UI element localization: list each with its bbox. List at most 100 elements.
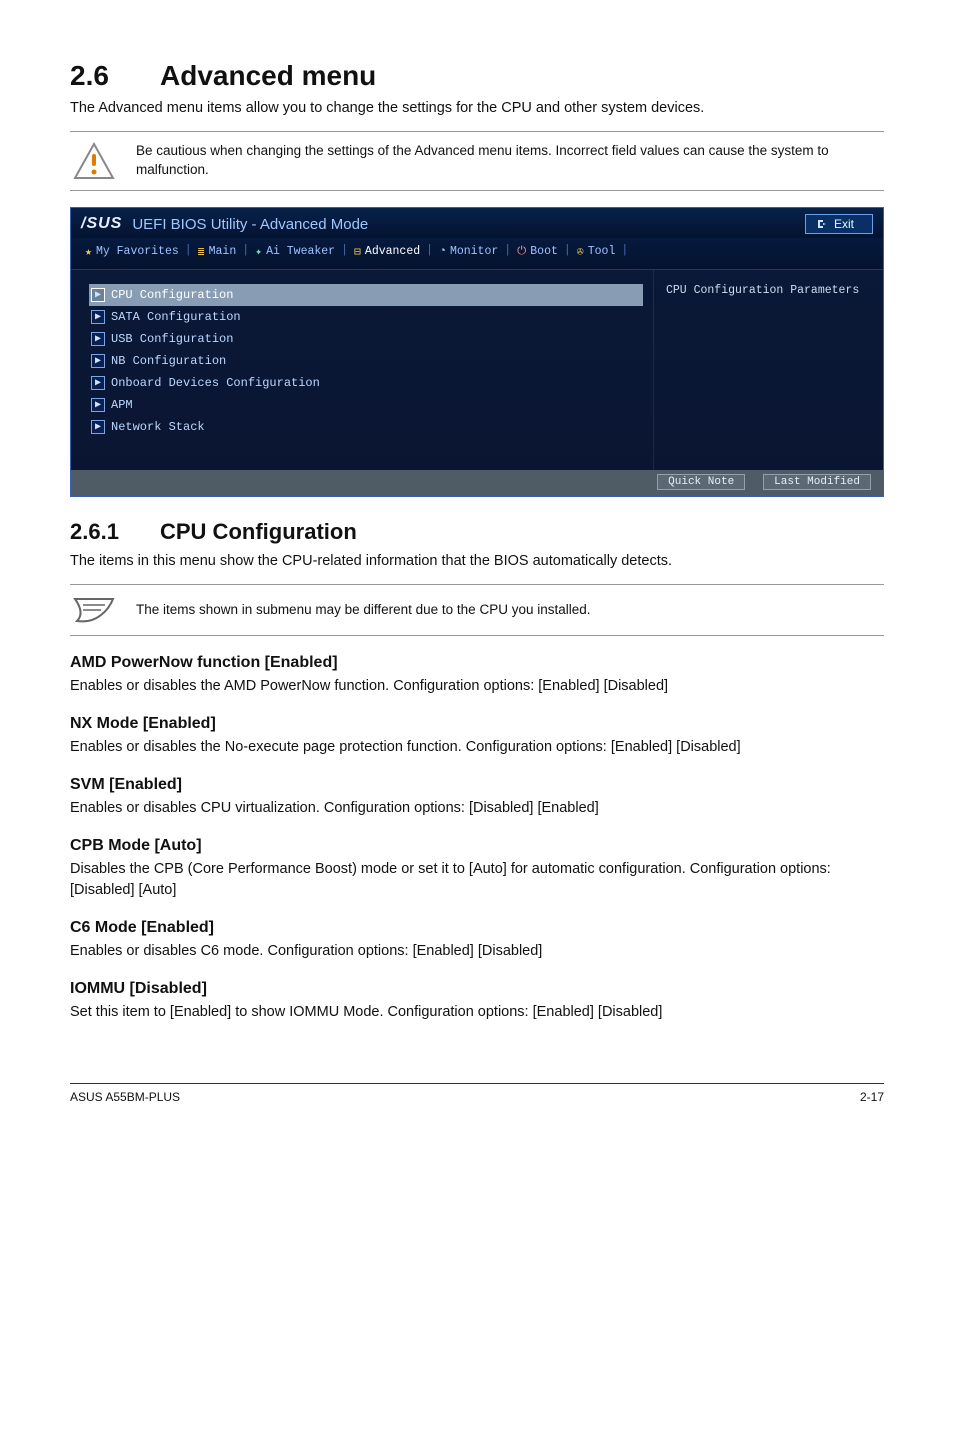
setting-block: NX Mode [Enabled] Enables or disables th… xyxy=(70,715,884,758)
boot-icon: ⏻ xyxy=(517,245,526,258)
setting-body: Enables or disables C6 mode. Configurati… xyxy=(70,941,884,962)
bios-item-cpu[interactable]: ▶ CPU Configuration xyxy=(89,284,643,306)
info-note-text: The items shown in submenu may be differ… xyxy=(136,601,591,620)
setting-heading: AMD PowerNow function [Enabled] xyxy=(70,654,884,672)
exit-label: Exit xyxy=(834,217,854,231)
tab-favorites[interactable]: ★ My Favorites xyxy=(85,244,179,259)
tab-divider: | xyxy=(185,244,192,259)
section-heading: 2.6Advanced menu xyxy=(70,60,884,92)
tab-tweaker-label: Ai Tweaker xyxy=(266,245,335,258)
subsection-number: 2.6.1 xyxy=(70,519,160,545)
caution-icon xyxy=(70,142,118,180)
setting-block: AMD PowerNow function [Enabled] Enables … xyxy=(70,654,884,697)
bios-tabs: ★ My Favorites | ≣ Main | ✦ Ai Tweaker | ⊟ A… xyxy=(71,238,883,270)
bios-help-pane: CPU Configuration Parameters xyxy=(653,270,883,470)
setting-body: Set this item to [Enabled] to show IOMMU… xyxy=(70,1002,884,1023)
setting-heading: SVM [Enabled] xyxy=(70,776,884,794)
tab-divider: | xyxy=(621,244,628,259)
tab-tweaker[interactable]: ✦ Ai Tweaker xyxy=(255,244,335,259)
caution-text: Be cautious when changing the settings o… xyxy=(136,142,884,180)
bios-title-left: /SUS UEFI BIOS Utility - Advanced Mode xyxy=(81,215,368,233)
info-note: The items shown in submenu may be differ… xyxy=(70,584,884,636)
bios-item-label: USB Configuration xyxy=(111,332,233,346)
bios-item-label: NB Configuration xyxy=(111,354,226,368)
bios-body: ▶ CPU Configuration ▶ SATA Configuration ▶… xyxy=(71,270,883,470)
bios-item-onboard[interactable]: ▶ Onboard Devices Configuration xyxy=(89,372,643,394)
star-icon: ★ xyxy=(85,244,92,259)
tab-tool[interactable]: ✇ Tool xyxy=(577,244,616,259)
chevron-right-icon: ▶ xyxy=(91,310,105,324)
bios-help-text: CPU Configuration Parameters xyxy=(666,284,859,297)
note-icon xyxy=(70,595,118,625)
list-icon: ≣ xyxy=(198,244,205,259)
tab-monitor[interactable]: ◔ Monitor xyxy=(439,244,498,259)
tab-advanced[interactable]: ⊟ Advanced xyxy=(354,244,420,259)
caution-note: Be cautious when changing the settings o… xyxy=(70,131,884,191)
tool-icon: ✇ xyxy=(577,244,584,259)
page-footer: ASUS A55BM-PLUS 2-17 xyxy=(70,1083,884,1104)
chevron-right-icon: ▶ xyxy=(91,288,105,302)
chevron-right-icon: ▶ xyxy=(91,332,105,346)
setting-block: C6 Mode [Enabled] Enables or disables C6… xyxy=(70,919,884,962)
section-intro: The Advanced menu items allow you to cha… xyxy=(70,98,884,119)
chevron-right-icon: ▶ xyxy=(91,376,105,390)
setting-body: Enables or disables the AMD PowerNow fun… xyxy=(70,676,884,697)
setting-heading: NX Mode [Enabled] xyxy=(70,715,884,733)
subsection-intro: The items in this menu show the CPU-rela… xyxy=(70,551,884,572)
footer-product: ASUS A55BM-PLUS xyxy=(70,1090,180,1104)
exit-icon xyxy=(816,218,828,230)
tab-main-label: Main xyxy=(209,245,237,258)
setting-heading: CPB Mode [Auto] xyxy=(70,837,884,855)
tweaker-icon: ✦ xyxy=(255,244,262,259)
bios-item-label: CPU Configuration xyxy=(111,288,233,302)
bios-item-nb[interactable]: ▶ NB Configuration xyxy=(89,350,643,372)
setting-heading: IOMMU [Disabled] xyxy=(70,980,884,998)
tab-boot[interactable]: ⏻ Boot xyxy=(517,244,558,259)
bios-item-network[interactable]: ▶ Network Stack xyxy=(89,416,643,438)
subsection-title: CPU Configuration xyxy=(160,519,357,544)
chevron-right-icon: ▶ xyxy=(91,398,105,412)
bios-item-label: Network Stack xyxy=(111,420,205,434)
exit-button[interactable]: Exit xyxy=(805,214,873,234)
tab-monitor-label: Monitor xyxy=(450,245,498,258)
bios-item-usb[interactable]: ▶ USB Configuration xyxy=(89,328,643,350)
setting-body: Disables the CPB (Core Performance Boost… xyxy=(70,859,884,901)
tab-favorites-label: My Favorites xyxy=(96,245,179,258)
bios-footer: Quick Note Last Modified xyxy=(71,470,883,496)
tab-divider: | xyxy=(504,244,511,259)
setting-body: Enables or disables CPU virtualization. … xyxy=(70,798,884,819)
tab-divider: | xyxy=(564,244,571,259)
tab-divider: | xyxy=(341,244,348,259)
chevron-right-icon: ▶ xyxy=(91,420,105,434)
setting-block: SVM [Enabled] Enables or disables CPU vi… xyxy=(70,776,884,819)
bios-item-label: Onboard Devices Configuration xyxy=(111,376,320,390)
section-number: 2.6 xyxy=(70,60,160,92)
last-modified-button[interactable]: Last Modified xyxy=(763,474,871,490)
tab-boot-label: Boot xyxy=(530,245,558,258)
bios-titlebar: /SUS UEFI BIOS Utility - Advanced Mode E… xyxy=(71,208,883,238)
bios-menu-list: ▶ CPU Configuration ▶ SATA Configuration ▶… xyxy=(71,270,653,470)
asus-logo: /SUS xyxy=(81,215,122,233)
setting-body: Enables or disables the No-execute page … xyxy=(70,737,884,758)
chevron-right-icon: ▶ xyxy=(91,354,105,368)
bios-item-label: SATA Configuration xyxy=(111,310,241,324)
tab-main[interactable]: ≣ Main xyxy=(198,244,237,259)
setting-block: CPB Mode [Auto] Disables the CPB (Core P… xyxy=(70,837,884,901)
monitor-icon: ◔ xyxy=(439,245,446,258)
tab-advanced-label: Advanced xyxy=(365,245,420,258)
bios-screenshot: /SUS UEFI BIOS Utility - Advanced Mode E… xyxy=(70,207,884,497)
bios-item-label: APM xyxy=(111,398,133,412)
bios-item-apm[interactable]: ▶ APM xyxy=(89,394,643,416)
setting-block: IOMMU [Disabled] Set this item to [Enabl… xyxy=(70,980,884,1023)
advanced-icon: ⊟ xyxy=(354,244,361,259)
tab-divider: | xyxy=(426,244,433,259)
tab-divider: | xyxy=(242,244,249,259)
bios-mode-title: UEFI BIOS Utility - Advanced Mode xyxy=(132,216,368,233)
tab-tool-label: Tool xyxy=(588,245,616,258)
quick-note-button[interactable]: Quick Note xyxy=(657,474,745,490)
footer-page-number: 2-17 xyxy=(860,1090,884,1104)
bios-item-sata[interactable]: ▶ SATA Configuration xyxy=(89,306,643,328)
subsection-heading: 2.6.1CPU Configuration xyxy=(70,519,884,545)
setting-heading: C6 Mode [Enabled] xyxy=(70,919,884,937)
section-title: Advanced menu xyxy=(160,60,376,91)
